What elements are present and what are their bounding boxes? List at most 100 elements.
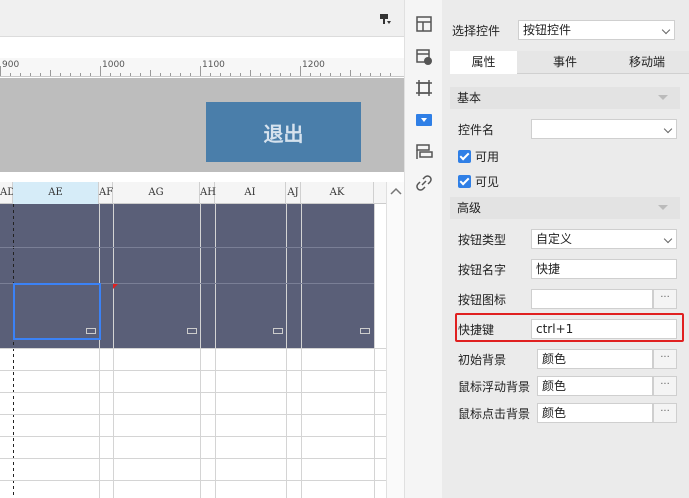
- select-control-label: 选择控件: [452, 24, 501, 38]
- tab-properties[interactable]: 属性: [450, 51, 517, 74]
- collapse-icon: [658, 95, 668, 100]
- tab-mobile[interactable]: 移动端: [605, 51, 689, 74]
- ruler-label: 1200: [302, 60, 325, 70]
- button-name-input[interactable]: 快捷: [531, 259, 677, 279]
- ruler-tick: [310, 73, 311, 76]
- ruler-tick: [220, 73, 221, 76]
- column-header-row: AD AE AF AG AH AI AJ AK: [0, 182, 386, 204]
- button-icon-label: 按钮图标: [458, 293, 507, 307]
- ruler-tick: [390, 73, 391, 76]
- ruler-tick: [40, 73, 41, 76]
- click-bg-input[interactable]: 颜色: [537, 403, 653, 423]
- cell-flag-icon: [113, 284, 118, 289]
- property-panel: [442, 0, 689, 498]
- ruler-tick: [180, 73, 181, 76]
- initial-bg-label: 初始背景: [458, 353, 507, 367]
- button-icon-input[interactable]: [531, 289, 653, 309]
- frame-icon[interactable]: [414, 78, 434, 98]
- widget-marker-icon: [360, 328, 370, 334]
- ruler-tick: [90, 73, 91, 76]
- widget-settings-icon[interactable]: [414, 47, 434, 67]
- ruler-tick: [60, 73, 61, 76]
- ruler-tick: [350, 70, 351, 76]
- tab-events[interactable]: 事件: [525, 51, 605, 74]
- enabled-checkbox[interactable]: [458, 150, 471, 163]
- select-control-value: 按钮控件: [523, 23, 572, 37]
- collapse-icon: [658, 205, 668, 210]
- widget-marker-icon: [187, 328, 197, 334]
- initial-bg-input[interactable]: 颜色: [537, 349, 653, 369]
- ruler-tick: [360, 73, 361, 76]
- element-list-icon[interactable]: [414, 142, 434, 162]
- ruler-tick: [150, 70, 151, 76]
- ruler-tick: [240, 73, 241, 76]
- format-painter-icon[interactable]: [379, 13, 391, 25]
- section-advanced[interactable]: 高级: [450, 197, 680, 219]
- column-header[interactable]: AE: [13, 182, 99, 204]
- ruler-tick: [210, 73, 211, 76]
- vertical-scrollbar[interactable]: [386, 182, 404, 498]
- ruler-tick: [10, 73, 11, 76]
- select-control-dropdown[interactable]: 按钮控件: [518, 20, 675, 40]
- selected-cell[interactable]: [13, 283, 101, 340]
- horizontal-ruler: 900 1000 1100 1200: [0, 58, 404, 77]
- frozen-divider: [13, 204, 14, 498]
- column-header[interactable]: AJ: [286, 182, 301, 204]
- ruler-tick: [380, 73, 381, 76]
- ruler-tick: [120, 73, 121, 76]
- column-header[interactable]: AD: [0, 182, 15, 204]
- visible-label: 可见: [475, 175, 500, 189]
- ruler-tick: [230, 73, 231, 76]
- visible-checkbox[interactable]: [458, 175, 471, 188]
- ruler-tick: [30, 73, 31, 76]
- button-name-label: 按钮名字: [458, 263, 507, 277]
- ruler-tick: [80, 73, 81, 76]
- control-property-icon[interactable]: [414, 110, 434, 130]
- chevron-down-icon: [661, 25, 671, 35]
- highlight-box: [455, 313, 684, 342]
- section-advanced-title: 高级: [457, 201, 482, 215]
- panel-icon-bar: [404, 0, 442, 498]
- layout-icon[interactable]: [414, 14, 434, 34]
- click-bg-value: 颜色: [542, 406, 567, 420]
- initial-bg-browse-button[interactable]: ···: [653, 349, 677, 369]
- button-type-dropdown[interactable]: 自定义: [531, 229, 677, 249]
- widget-marker-icon: [273, 328, 283, 334]
- ruler-tick: [170, 73, 171, 76]
- ruler-tick: [270, 73, 271, 76]
- hover-bg-browse-button[interactable]: ···: [653, 376, 677, 396]
- chevron-up-icon[interactable]: [390, 186, 402, 196]
- click-bg-browse-button[interactable]: ···: [653, 403, 677, 423]
- ruler-tick: [160, 73, 161, 76]
- column-header[interactable]: AG: [113, 182, 200, 204]
- hover-bg-input[interactable]: 颜色: [537, 376, 653, 396]
- hover-bg-value: 颜色: [542, 379, 567, 393]
- column-header[interactable]: AK: [301, 182, 374, 204]
- exit-button[interactable]: 退出: [206, 102, 361, 162]
- ruler-label: 1000: [102, 60, 125, 70]
- ruler-tick: [130, 73, 131, 76]
- button-type-label: 按钮类型: [458, 233, 507, 247]
- ruler-tick: [290, 73, 291, 76]
- initial-bg-value: 颜色: [542, 352, 567, 366]
- section-basic[interactable]: 基本: [450, 87, 680, 109]
- click-bg-label: 鼠标点击背景: [458, 407, 531, 421]
- ruler-label: 1100: [202, 60, 225, 70]
- chevron-down-icon: [663, 234, 673, 244]
- enabled-label: 可用: [475, 150, 500, 164]
- column-header[interactable]: AI: [215, 182, 286, 204]
- column-header[interactable]: AH: [200, 182, 216, 204]
- button-name-value: 快捷: [536, 262, 561, 276]
- chevron-down-icon: [663, 124, 673, 134]
- ruler-tick: [260, 73, 261, 76]
- column-header[interactable]: AF: [99, 182, 113, 204]
- ruler-tick: [280, 73, 281, 76]
- ruler-tick: [20, 73, 21, 76]
- ruler-tick: [250, 70, 251, 76]
- ruler-tick: [140, 73, 141, 76]
- button-icon-browse-button[interactable]: ···: [653, 289, 677, 309]
- control-name-input[interactable]: [531, 119, 677, 139]
- ruler-tick: [320, 73, 321, 76]
- hyperlink-icon[interactable]: [414, 173, 434, 193]
- button-type-value: 自定义: [536, 232, 573, 246]
